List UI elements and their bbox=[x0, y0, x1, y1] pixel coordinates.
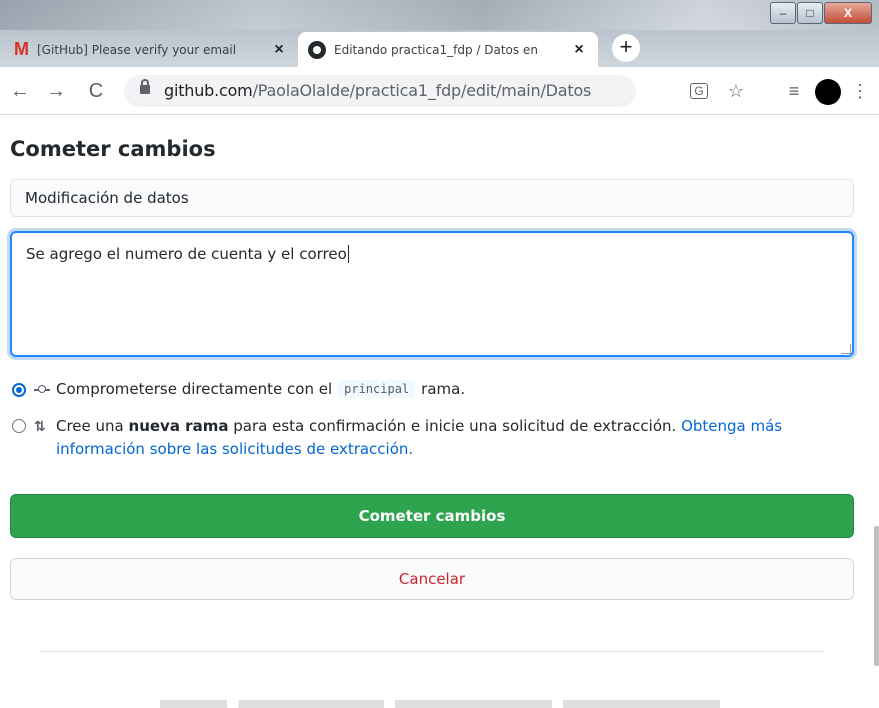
profile-avatar[interactable] bbox=[815, 79, 841, 105]
option-new-branch[interactable]: ⇅ Cree una nueva rama para esta confirma… bbox=[12, 416, 832, 461]
kebab-menu-icon[interactable]: ⋮ bbox=[848, 79, 872, 103]
textarea-resize-handle[interactable] bbox=[841, 344, 851, 354]
url-path: /PaolaOlalde/practica1_fdp/edit/main/Dat… bbox=[252, 81, 592, 100]
url-domain: github.com bbox=[164, 81, 253, 100]
tab-gmail[interactable]: M [GitHub] Please verify your email × bbox=[6, 32, 296, 67]
branch-name-badge: principal bbox=[338, 380, 416, 398]
git-commit-icon bbox=[34, 382, 50, 398]
lock-icon bbox=[140, 79, 150, 94]
github-icon bbox=[308, 40, 326, 59]
commit-heading: Cometer cambios bbox=[10, 137, 216, 161]
url-text[interactable]: github.com/PaolaOlalde/practica1_fdp/edi… bbox=[164, 81, 591, 100]
footer-divider bbox=[40, 651, 824, 652]
tab-title: [GitHub] Please verify your email bbox=[37, 42, 237, 57]
radio-commit-direct[interactable] bbox=[12, 383, 26, 397]
media-control-icon[interactable]: ≡ bbox=[782, 79, 806, 103]
bookmark-star-icon[interactable]: ☆ bbox=[724, 79, 748, 103]
option-new-branch-suffix: para esta confirmación e inicie una soli… bbox=[233, 417, 677, 435]
tab-github-edit[interactable]: Editando practica1_fdp / Datos en × bbox=[298, 32, 598, 67]
reload-icon[interactable]: C bbox=[82, 77, 110, 105]
commit-summary-input[interactable] bbox=[10, 179, 854, 217]
gmail-icon: M bbox=[14, 39, 29, 59]
browser-toolbar: ← → C github.com/PaolaOlalde/practica1_f… bbox=[0, 67, 879, 115]
footer-links-cutoff bbox=[160, 700, 720, 708]
close-window-button[interactable]: X bbox=[824, 2, 872, 24]
commit-description-textarea[interactable]: Se agrego el numero de cuenta y el corre… bbox=[10, 231, 854, 357]
maximize-window-button[interactable]: □ bbox=[797, 2, 823, 24]
option-direct-suffix: rama. bbox=[421, 380, 466, 398]
option-new-branch-prefix: Cree una bbox=[56, 417, 124, 435]
radio-new-branch[interactable] bbox=[12, 419, 26, 433]
tab-title: Editando practica1_fdp / Datos en bbox=[334, 42, 538, 57]
commit-changes-button[interactable]: Cometer cambios bbox=[10, 494, 854, 538]
close-tab-icon[interactable]: × bbox=[570, 41, 588, 59]
minimize-window-button[interactable]: – bbox=[770, 2, 796, 24]
forward-arrow-icon[interactable]: → bbox=[42, 77, 70, 105]
window-titlebar bbox=[0, 0, 879, 30]
description-text: Se agrego el numero de cuenta y el corre… bbox=[26, 245, 347, 263]
close-tab-icon[interactable]: × bbox=[270, 41, 288, 59]
option-new-branch-text: Cree una nueva rama para esta confirmaci… bbox=[56, 415, 832, 461]
translate-icon[interactable]: G bbox=[690, 83, 708, 99]
back-arrow-icon[interactable]: ← bbox=[6, 77, 34, 105]
option-new-branch-bold: nueva rama bbox=[128, 417, 229, 435]
new-tab-button[interactable]: + bbox=[612, 34, 640, 62]
tab-strip: M [GitHub] Please verify your email × Ed… bbox=[0, 0, 879, 67]
option-direct-prefix: Comprometerse directamente con el bbox=[56, 380, 333, 398]
text-cursor bbox=[347, 245, 349, 263]
address-bar[interactable]: github.com/PaolaOlalde/practica1_fdp/edi… bbox=[124, 75, 636, 107]
page-scrollbar[interactable] bbox=[874, 526, 879, 666]
option-commit-direct[interactable]: Comprometerse directamente con el princi… bbox=[12, 380, 465, 398]
cancel-button[interactable]: Cancelar bbox=[10, 558, 854, 600]
pull-request-icon: ⇅ bbox=[34, 419, 46, 435]
